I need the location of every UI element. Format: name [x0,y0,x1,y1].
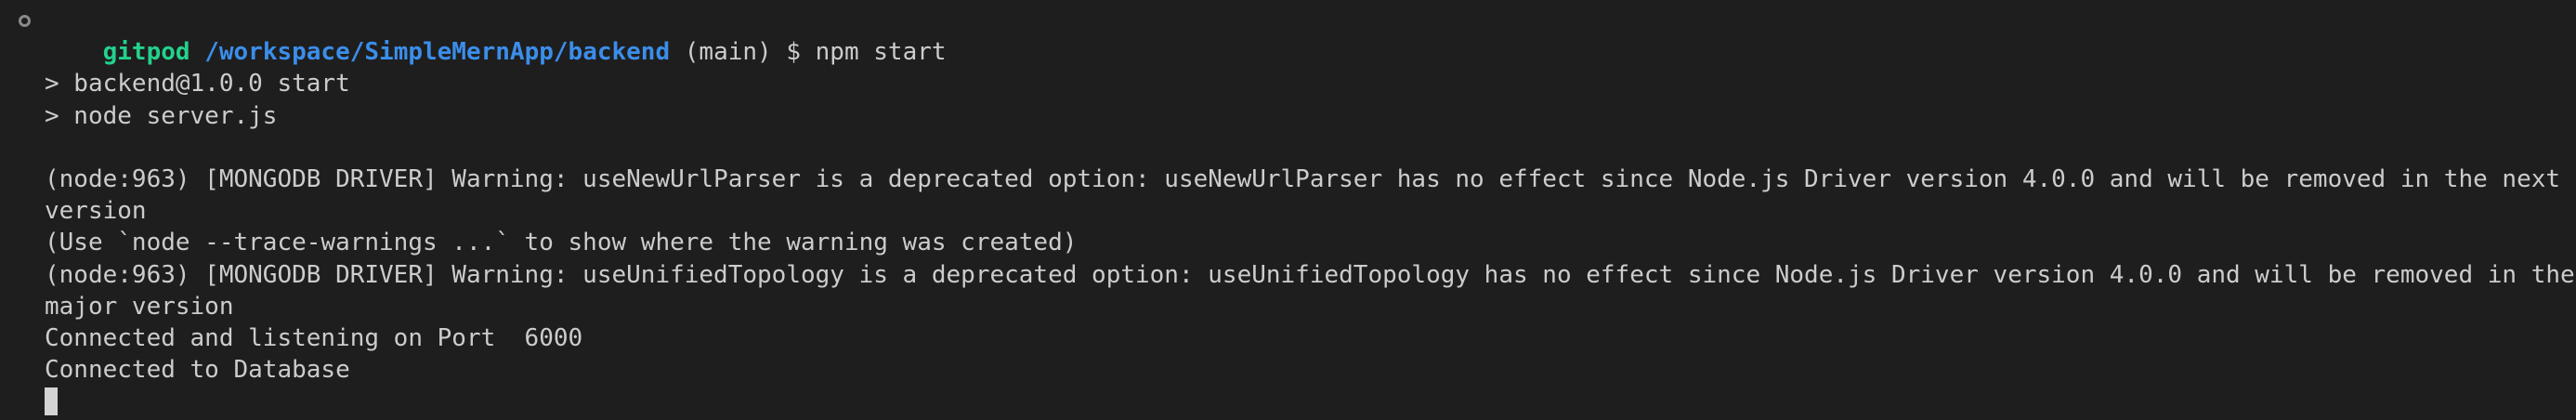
prompt-line: gitpod /workspace/SimpleMernApp/backend … [0,5,2576,66]
database-line: Connected to Database [45,356,350,385]
input-line[interactable] [0,386,2576,417]
warning-line-continued: major version [45,292,234,321]
terminal-panel[interactable]: gitpod /workspace/SimpleMernApp/backend … [0,0,2576,420]
prompt-user: gitpod [102,38,190,67]
prompt-branch: (main) $ [670,38,816,67]
command-decoration-icon[interactable] [19,15,31,27]
trace-hint-line: (Use `node --trace-warnings ...` to show… [45,229,1078,257]
node-command-line: > node server.js [45,101,278,130]
listening-line: Connected and listening on Port 6000 [45,323,583,352]
prompt-path: /workspace/SimpleMernApp/backend [204,38,671,67]
terminal-cursor [45,387,58,416]
prompt-command: npm start [815,38,947,67]
npm-script-line: > backend@1.0.0 start [45,70,350,98]
warning-line: (node:963) [MONGODB DRIVER] Warning: use… [45,260,2576,289]
warning-line-continued: version [45,197,147,226]
warning-line: (node:963) [MONGODB DRIVER] Warning: use… [45,164,2576,193]
